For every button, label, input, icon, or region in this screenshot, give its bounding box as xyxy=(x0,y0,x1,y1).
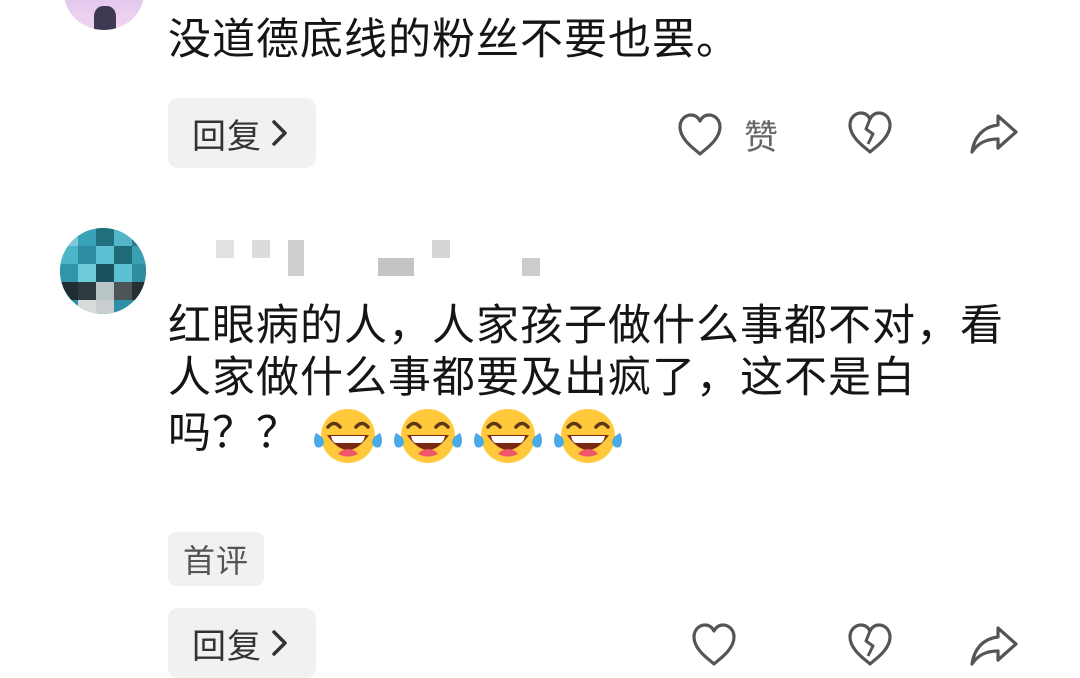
share-arrow-icon xyxy=(968,110,1020,156)
avatar-silhouette xyxy=(94,6,116,30)
dislike-button-comment-2[interactable] xyxy=(846,622,894,668)
comment-2-line-3-text: 吗？？ xyxy=(168,408,300,459)
share-button-comment-1[interactable] xyxy=(968,110,1020,156)
first-comment-badge: 首评 xyxy=(168,532,264,586)
chevron-right-icon xyxy=(268,626,292,660)
tears-of-joy-emoji xyxy=(312,405,384,467)
comment-2-text: 红眼病的人，人家孩子做什么事都不对，看 人家做什么事都要及出疯了，这不是白 吗？… xyxy=(168,300,1004,467)
tears-of-joy-emoji xyxy=(472,405,544,467)
avatar-comment-1[interactable] xyxy=(64,0,144,30)
reply-label: 回复 xyxy=(192,626,262,667)
emoji-row xyxy=(312,405,632,467)
comment-2-line-3: 吗？？ xyxy=(168,405,1004,467)
chevron-right-icon xyxy=(268,116,292,150)
reply-button-comment-2[interactable]: 回复 xyxy=(168,608,316,678)
like-label: 赞 xyxy=(744,118,778,158)
broken-heart-icon xyxy=(846,622,894,668)
tears-of-joy-emoji xyxy=(552,405,624,467)
tears-of-joy-emoji xyxy=(392,405,464,467)
broken-heart-icon xyxy=(846,110,894,156)
share-button-comment-2[interactable] xyxy=(968,622,1020,668)
reply-label: 回复 xyxy=(192,116,262,157)
like-button-comment-1[interactable]: 赞 xyxy=(676,110,778,159)
like-button-comment-2[interactable] xyxy=(690,622,738,668)
comment-1-text: 没道德底线的粉丝不要也罢。 xyxy=(168,15,740,65)
heart-outline-icon xyxy=(690,622,738,668)
reply-button-comment-1[interactable]: 回复 xyxy=(168,98,316,168)
share-arrow-icon xyxy=(968,622,1020,668)
comment-2-line-1: 红眼病的人，人家孩子做什么事都不对，看 xyxy=(168,301,1004,351)
dislike-button-comment-1[interactable] xyxy=(846,110,894,156)
heart-outline-icon xyxy=(676,112,724,158)
comment-2-line-2: 人家做什么事都要及出疯了，这不是白 xyxy=(168,353,916,404)
avatar-comment-2[interactable] xyxy=(60,228,146,314)
